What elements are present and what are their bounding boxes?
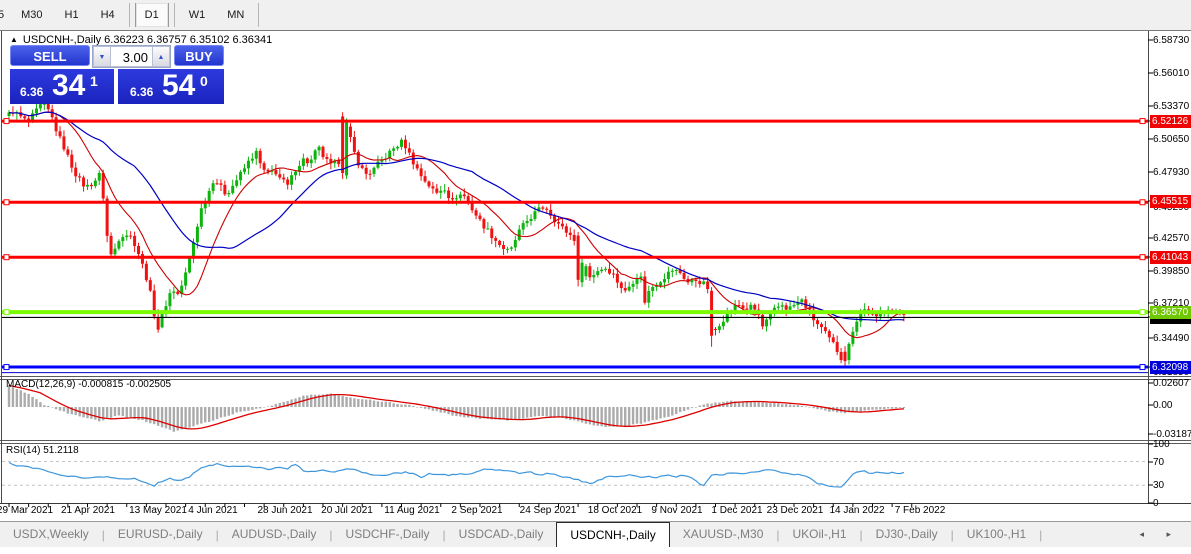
- date-tick: 11 Aug 2021: [384, 505, 439, 516]
- price-tick: 6.58730: [1153, 35, 1189, 46]
- date-tick: 2 Sep 2021: [451, 505, 502, 516]
- buy-price-small: 6.36: [130, 85, 153, 99]
- tab-separator: |: [1039, 528, 1042, 542]
- chart-tab-usdcnh[interactable]: USDCNH-,Daily: [556, 522, 669, 547]
- buy-price-sup: 0: [200, 73, 208, 89]
- price-tick: 6.50650: [1153, 134, 1189, 145]
- price-level-badge: 6.45515: [1150, 195, 1191, 208]
- sell-price-small: 6.36: [20, 85, 43, 99]
- sell-price-big: 34: [52, 69, 85, 103]
- sell-price-box[interactable]: 6.36 34 1: [10, 69, 114, 104]
- tab-scroll-arrows[interactable]: ◂ ▸: [1139, 529, 1181, 540]
- date-tick: 18 Oct 2021: [588, 505, 642, 516]
- sell-button[interactable]: SELL: [10, 45, 90, 66]
- volume-spinner: ▼ 3.00 ▲: [92, 45, 171, 68]
- collapse-quote-panel-icon[interactable]: ▲: [10, 35, 18, 44]
- chart-tab-usdcad[interactable]: USDCAD-,Daily: [446, 522, 557, 547]
- buy-price-box[interactable]: 6.36 54 0: [118, 69, 224, 104]
- date-tick: 1 Dec 2021: [711, 505, 762, 516]
- date-tick: 28 Jun 2021: [257, 505, 312, 516]
- chart-tab-uk100[interactable]: UK100-,H1: [954, 522, 1039, 547]
- rsi-indicator-label: RSI(14) 51.2118: [6, 445, 79, 456]
- date-tick: 14 Jan 2022: [829, 505, 884, 516]
- macd-tick: 0.00: [1153, 400, 1172, 411]
- chart-tab-ukoil[interactable]: UKOil-,H1: [780, 522, 860, 547]
- ohlc-close: 6.36341: [232, 34, 272, 46]
- chart-tab-dj30[interactable]: DJ30-,Daily: [863, 522, 951, 547]
- mt4-window: 5M30H1H4D1W1MN ▲USDCNH-,Daily6.362236.36…: [0, 0, 1191, 554]
- chart-tab-usdchf[interactable]: USDCHF-,Daily: [333, 522, 443, 547]
- date-tick: 24 Sep 2021: [520, 505, 577, 516]
- date-tick: 7 Feb 2022: [895, 505, 946, 516]
- date-tick: 9 Nov 2021: [651, 505, 702, 516]
- date-tick: 29 Mar 2021: [0, 505, 53, 516]
- date-tick: 23 Dec 2021: [767, 505, 824, 516]
- date-tick: 13 May 2021: [129, 505, 187, 516]
- price-tick: 6.39850: [1153, 266, 1189, 277]
- chart-tab-audusd[interactable]: AUDUSD-,Daily: [219, 522, 330, 547]
- rsi-tick: 30: [1153, 480, 1164, 491]
- chart-tab-eurusd[interactable]: EURUSD-,Daily: [105, 522, 216, 547]
- chart-tab-xauusd[interactable]: XAUUSD-,M30: [670, 522, 777, 547]
- macd-indicator-label: MACD(12,26,9) -0.000815 -0.002505: [6, 379, 171, 390]
- one-click-trade-panel: SELL ▼ 3.00 ▲ BUY 6.36 34 1 6.36 54 0: [8, 44, 226, 104]
- buy-button[interactable]: BUY: [174, 45, 224, 66]
- sell-price-sup: 1: [90, 73, 98, 89]
- buy-price-big: 54: [162, 69, 195, 103]
- price-level-badge: 6.41043: [1150, 251, 1191, 264]
- chart-tab-usdx[interactable]: USDX,Weekly: [0, 522, 102, 547]
- macd-tick: 0.02607: [1153, 378, 1189, 389]
- date-tick: 20 Jul 2021: [321, 505, 373, 516]
- rsi-tick: 0: [1153, 498, 1159, 509]
- date-tick: 21 Apr 2021: [61, 505, 115, 516]
- price-tick: 6.42570: [1153, 233, 1189, 244]
- date-tick: 4 Jun 2021: [188, 505, 238, 516]
- rsi-tick: 70: [1153, 457, 1164, 468]
- volume-decrease-button[interactable]: ▼: [93, 46, 111, 67]
- price-tick: 6.47930: [1153, 167, 1189, 178]
- volume-input[interactable]: 3.00: [111, 46, 152, 67]
- chart-tab-bar: USDX,Weekly|EURUSD-,Daily|AUDUSD-,Daily|…: [0, 521, 1191, 547]
- rsi-tick: 100: [1153, 439, 1170, 450]
- price-tick: 6.34490: [1153, 333, 1189, 344]
- price-level-badge: 6.36570: [1150, 306, 1191, 319]
- volume-increase-button[interactable]: ▲: [152, 46, 170, 67]
- price-tick: 6.56010: [1153, 68, 1189, 79]
- price-level-badge: 6.52126: [1150, 115, 1191, 128]
- price-level-badge: 6.32098: [1150, 361, 1191, 374]
- price-tick: 6.53370: [1153, 101, 1189, 112]
